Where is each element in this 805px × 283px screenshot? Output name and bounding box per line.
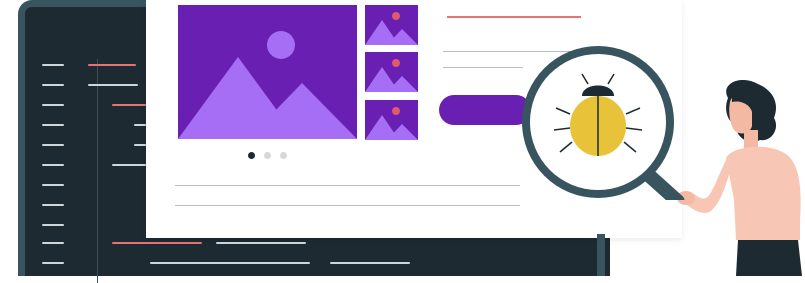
gallery-thumbnail[interactable] — [365, 100, 418, 140]
code-line — [42, 64, 64, 66]
code-line — [42, 224, 64, 226]
code-line — [134, 124, 146, 126]
code-line — [42, 164, 64, 166]
code-line — [42, 104, 64, 106]
stand-post — [597, 234, 605, 276]
code-line — [134, 144, 146, 146]
code-line — [112, 242, 202, 244]
image-placeholder-icon — [365, 107, 418, 140]
page-text-line — [443, 67, 523, 68]
code-line — [88, 84, 138, 86]
gallery-thumbnail[interactable] — [365, 52, 418, 92]
code-line — [330, 262, 410, 264]
code-line — [42, 242, 64, 244]
magnifying-glass-icon — [522, 46, 685, 200]
code-line — [42, 184, 64, 186]
code-line — [42, 124, 64, 126]
code-line — [112, 104, 146, 106]
carousel-dot[interactable] — [280, 152, 287, 159]
code-line — [42, 204, 64, 206]
page-text-line — [175, 185, 520, 186]
page-heading-line — [447, 16, 581, 18]
code-line — [216, 242, 306, 244]
code-line — [112, 164, 146, 166]
code-line — [42, 144, 64, 146]
image-placeholder-icon — [365, 59, 418, 92]
gallery-thumbnail[interactable] — [365, 5, 418, 45]
image-placeholder-icon — [365, 12, 418, 45]
code-line — [150, 262, 310, 264]
code-line — [88, 64, 136, 66]
code-line — [42, 262, 64, 264]
code-line — [42, 84, 64, 86]
carousel-dot[interactable] — [264, 152, 271, 159]
page-text-line — [175, 205, 520, 206]
image-placeholder-icon — [178, 31, 357, 139]
hero-image-placeholder — [178, 5, 357, 139]
carousel-dot-active[interactable] — [248, 152, 255, 159]
